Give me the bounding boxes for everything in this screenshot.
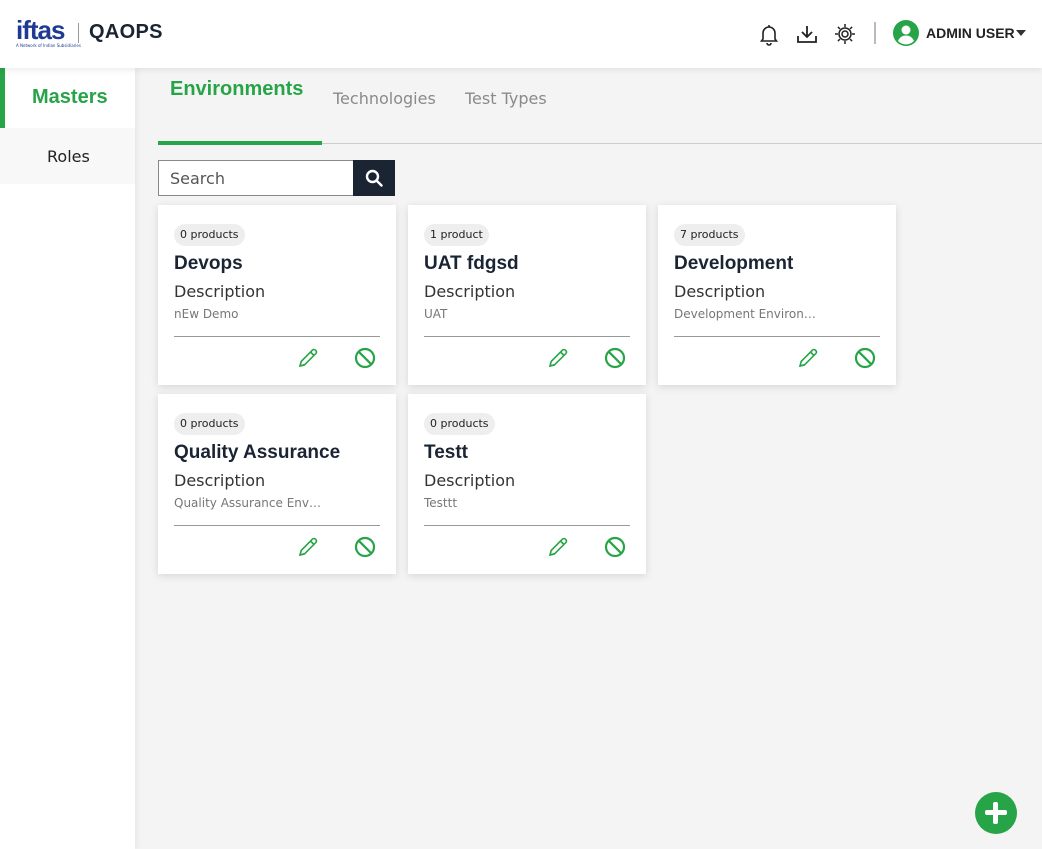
- tab-bar: Environments Technologies Test Types: [158, 68, 1042, 145]
- card-description-label: Description: [424, 282, 516, 301]
- card-description: UAT: [424, 307, 448, 321]
- logo-subtitle: A Network of Indian Subsidiaries: [16, 43, 81, 48]
- sidebar-item-roles[interactable]: Roles: [0, 128, 135, 184]
- block-icon: [353, 347, 377, 374]
- card-description: Development Environment: [674, 307, 822, 321]
- card-description: Testtt: [424, 496, 458, 510]
- card-title: Devops: [174, 253, 243, 274]
- iftas-logo[interactable]: iftas A Network of Indian Subsidiaries: [16, 15, 81, 49]
- product-count-badge: 0 products: [424, 413, 495, 435]
- block-icon: [353, 536, 377, 563]
- user-avatar-icon[interactable]: [893, 20, 919, 46]
- search-input[interactable]: [158, 160, 354, 196]
- card-divider: [424, 336, 630, 337]
- settings-icon[interactable]: [833, 22, 857, 46]
- card-description: nEw Demo: [174, 307, 239, 321]
- product-count-badge: 1 product: [424, 224, 489, 246]
- search-icon: [365, 169, 383, 187]
- environment-card[interactable]: 0 products Devops Description nEw Demo: [158, 205, 396, 385]
- disable-button[interactable]: [603, 346, 627, 370]
- sidebar-item-masters[interactable]: Masters: [0, 68, 135, 128]
- disable-button[interactable]: [853, 346, 877, 370]
- pencil-icon: [296, 348, 320, 374]
- sidebar-item-label: Roles: [47, 147, 90, 166]
- product-count-badge: 0 products: [174, 224, 245, 246]
- edit-button[interactable]: [546, 346, 570, 370]
- card-divider: [174, 336, 380, 337]
- block-icon: [603, 347, 627, 374]
- card-divider: [174, 525, 380, 526]
- top-header: iftas A Network of Indian Subsidiaries Q…: [0, 0, 1042, 68]
- product-count-badge: 7 products: [674, 224, 745, 246]
- active-tab-indicator: [158, 141, 322, 145]
- environment-card[interactable]: 0 products Quality Assurance Description Qu…: [158, 394, 396, 574]
- pencil-icon: [296, 537, 320, 563]
- edit-button[interactable]: [796, 346, 820, 370]
- download-icon[interactable]: [795, 22, 819, 46]
- edit-button[interactable]: [296, 346, 320, 370]
- environment-card[interactable]: 1 product UAT fdgsd Description UAT: [408, 205, 646, 385]
- pencil-icon: [546, 537, 570, 563]
- edit-button[interactable]: [296, 535, 320, 559]
- card-title: Development: [674, 253, 794, 274]
- pencil-icon: [546, 348, 570, 374]
- sidebar: Masters Roles: [0, 68, 135, 849]
- header-separator: [874, 22, 876, 44]
- logo-text: iftas: [16, 15, 65, 45]
- card-title: UAT fdgsd: [424, 253, 519, 274]
- card-description-label: Description: [424, 471, 516, 490]
- add-environment-button[interactable]: [975, 792, 1017, 834]
- card-description-label: Description: [674, 282, 766, 301]
- caret-down-icon[interactable]: [1016, 30, 1026, 36]
- disable-button[interactable]: [603, 535, 627, 559]
- sidebar-item-label: Masters: [32, 86, 108, 108]
- card-description-label: Description: [174, 282, 266, 301]
- tab-test-types[interactable]: Test Types: [465, 89, 547, 108]
- card-title: Quality Assurance: [174, 442, 341, 463]
- product-count-badge: 0 products: [174, 413, 245, 435]
- block-icon: [853, 347, 877, 374]
- card-divider: [424, 525, 630, 526]
- disable-button[interactable]: [353, 346, 377, 370]
- bell-icon[interactable]: [757, 22, 781, 46]
- logo-separator: [78, 23, 79, 43]
- search-button[interactable]: [353, 160, 395, 196]
- card-title: Testt: [424, 442, 468, 463]
- tab-environments[interactable]: Environments: [170, 78, 303, 101]
- card-description: Quality Assurance Environment: [174, 496, 322, 510]
- tab-technologies[interactable]: Technologies: [333, 89, 436, 108]
- edit-button[interactable]: [546, 535, 570, 559]
- pencil-icon: [796, 348, 820, 374]
- card-description-label: Description: [174, 471, 266, 490]
- card-divider: [674, 336, 880, 337]
- environment-card[interactable]: 0 products Testt Description Testtt: [408, 394, 646, 574]
- block-icon: [603, 536, 627, 563]
- app-name: QAOPS: [89, 21, 163, 43]
- user-name[interactable]: ADMIN USER: [926, 25, 1015, 41]
- environment-card[interactable]: 7 products Development Description Developm…: [658, 205, 896, 385]
- disable-button[interactable]: [353, 535, 377, 559]
